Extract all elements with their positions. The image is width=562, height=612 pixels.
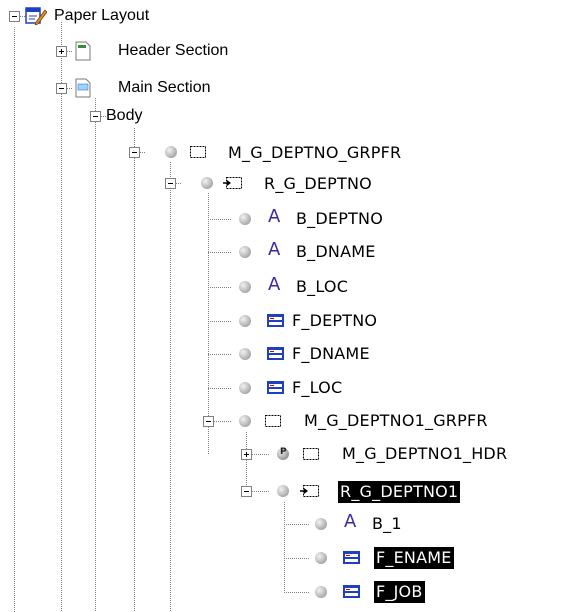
field-icon [267, 381, 284, 394]
object-bullet-icon [201, 177, 213, 189]
text-boilerplate-icon: A [344, 511, 357, 532]
frame-icon [190, 146, 206, 158]
node-label: Body [106, 107, 143, 124]
print-condition-badge-icon: P [277, 447, 289, 460]
node-label: F_DNAME [292, 344, 370, 363]
collapse-toggle-paper-layout[interactable] [9, 11, 20, 22]
node-label: M_G_DEPTNO_GRPFR [228, 143, 402, 162]
object-bullet-icon [239, 415, 251, 427]
text-boilerplate-icon: A [268, 206, 281, 227]
object-bullet-icon [239, 246, 251, 258]
object-bullet-icon [239, 348, 251, 360]
node-label: M_G_DEPTNO1_GRPFR [304, 411, 488, 430]
badge-text: P [280, 447, 287, 457]
node-label: R_G_DEPTNO [264, 174, 372, 193]
object-bullet-icon [239, 213, 251, 225]
field-icon [267, 314, 284, 327]
collapse-toggle-m-g-deptno01-grpfr[interactable] [203, 416, 214, 427]
section-page-icon [75, 41, 91, 61]
object-bullet-icon [239, 315, 251, 327]
expand-toggle-m-g-deptno01-hdr[interactable] [241, 449, 252, 460]
node-label: B_1 [372, 514, 402, 533]
collapse-toggle-m-g-deptno-grpfr[interactable] [129, 147, 140, 158]
field-icon [343, 585, 360, 598]
text-boilerplate-icon: A [268, 239, 281, 260]
frame-icon [303, 448, 319, 460]
collapse-toggle-main-section[interactable] [56, 83, 67, 94]
field-icon [343, 551, 360, 564]
section-page-icon [75, 78, 91, 98]
node-label: B_DNAME [296, 242, 376, 261]
expand-toggle-header-section[interactable] [56, 46, 67, 57]
object-bullet-icon [315, 552, 327, 564]
paper-layout-icon [25, 7, 47, 25]
collapse-toggle-r-g-deptno01[interactable] [241, 486, 252, 497]
node-label: Paper Layout [54, 7, 150, 24]
node-label-selected: F_ENAME [374, 547, 454, 569]
node-label: B_DEPTNO [296, 209, 383, 228]
object-bullet-icon [315, 586, 327, 598]
node-label: F_DEPTNO [292, 311, 378, 330]
repeating-frame-icon [223, 177, 242, 189]
frame-icon [265, 415, 281, 427]
collapse-toggle-r-g-deptno[interactable] [165, 178, 176, 189]
field-icon [267, 347, 284, 360]
node-label: B_LOC [296, 277, 349, 296]
object-bullet-icon [165, 146, 177, 158]
layout-object-tree: Paper Layout Header Section Main Section… [0, 0, 562, 612]
object-bullet-icon [239, 281, 251, 293]
object-bullet-icon [315, 518, 327, 530]
node-label: F_LOC [292, 378, 343, 397]
node-label: Header Section [118, 42, 229, 59]
text-boilerplate-icon: A [268, 274, 281, 295]
repeating-frame-icon [300, 485, 319, 497]
node-label: M_G_DEPTNO1_HDR [342, 444, 508, 463]
object-bullet-icon [277, 485, 289, 497]
collapse-toggle-body[interactable] [90, 111, 101, 122]
object-bullet-icon [239, 382, 251, 394]
node-label-selected: F_JOB [374, 581, 425, 603]
node-label: Main Section [118, 79, 211, 96]
node-label-selected: R_G_DEPTNO1 [338, 481, 461, 503]
